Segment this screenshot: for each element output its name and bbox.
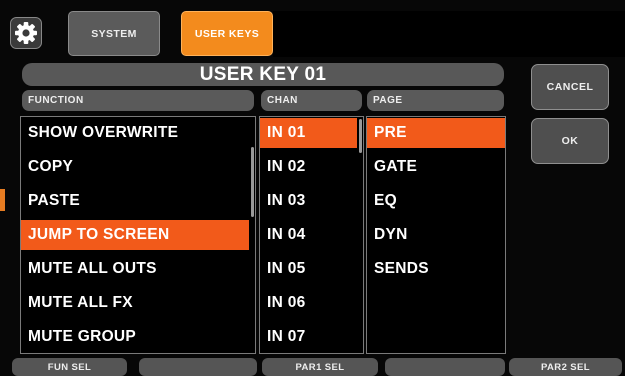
function-list-item[interactable]: PASTE bbox=[21, 186, 249, 216]
softkey-fun-sel[interactable]: FUN SEL bbox=[12, 358, 127, 376]
function-list-item[interactable]: MUTE ALL FX bbox=[21, 288, 249, 318]
page-list-item[interactable]: DYN bbox=[367, 220, 505, 250]
function-list-item[interactable]: JUMP TO SCREEN bbox=[21, 220, 249, 250]
page-list[interactable]: PRE GATE EQ DYN SENDS bbox=[366, 116, 506, 354]
settings-gear-icon[interactable] bbox=[10, 17, 42, 49]
chan-list-item[interactable]: IN 06 bbox=[260, 288, 357, 318]
ok-button[interactable]: OK bbox=[531, 118, 609, 164]
chan-list-item[interactable]: IN 07 bbox=[260, 322, 357, 352]
page-column-header: PAGE bbox=[367, 90, 504, 111]
softkey-par1-sel[interactable]: PAR1 SEL bbox=[262, 358, 378, 376]
top-bar-background bbox=[273, 11, 625, 57]
softkey-par2-sel[interactable]: PAR2 SEL bbox=[509, 358, 622, 376]
chan-list[interactable]: IN 01 IN 02 IN 03 IN 04 IN 05 IN 06 IN 07 bbox=[259, 116, 364, 354]
chan-list-item[interactable]: IN 03 bbox=[260, 186, 357, 216]
softkey-2[interactable] bbox=[139, 358, 257, 376]
cancel-button[interactable]: CANCEL bbox=[531, 64, 609, 110]
tab-system[interactable]: SYSTEM bbox=[68, 11, 160, 56]
function-column-header: FUNCTION bbox=[22, 90, 254, 111]
chan-list-item[interactable]: IN 01 bbox=[260, 118, 357, 148]
function-list[interactable]: SHOW OVERWRITE COPY PASTE JUMP TO SCREEN MUT… bbox=[20, 116, 256, 354]
tab-user-keys[interactable]: USER KEYS bbox=[181, 11, 273, 56]
page-list-item[interactable]: GATE bbox=[367, 152, 505, 182]
chan-column-header: CHAN bbox=[261, 90, 362, 111]
page-list-item[interactable]: PRE bbox=[367, 118, 505, 148]
page-title: USER KEY 01 bbox=[22, 63, 504, 86]
side-indicator-tab bbox=[0, 189, 5, 211]
page-list-item[interactable]: EQ bbox=[367, 186, 505, 216]
chan-list-item[interactable]: IN 05 bbox=[260, 254, 357, 284]
function-list-item[interactable]: MUTE GROUP bbox=[21, 322, 249, 352]
softkey-4[interactable] bbox=[385, 358, 505, 376]
function-list-item[interactable]: COPY bbox=[21, 152, 249, 182]
chan-list-item[interactable]: IN 02 bbox=[260, 152, 357, 182]
chan-list-scrollbar[interactable] bbox=[359, 119, 362, 153]
function-list-item[interactable]: SHOW OVERWRITE bbox=[21, 118, 249, 148]
function-list-item[interactable]: MUTE ALL OUTS bbox=[21, 254, 249, 284]
page-list-item[interactable]: SENDS bbox=[367, 254, 505, 284]
chan-list-item[interactable]: IN 04 bbox=[260, 220, 357, 250]
function-list-scrollbar[interactable] bbox=[251, 147, 254, 217]
